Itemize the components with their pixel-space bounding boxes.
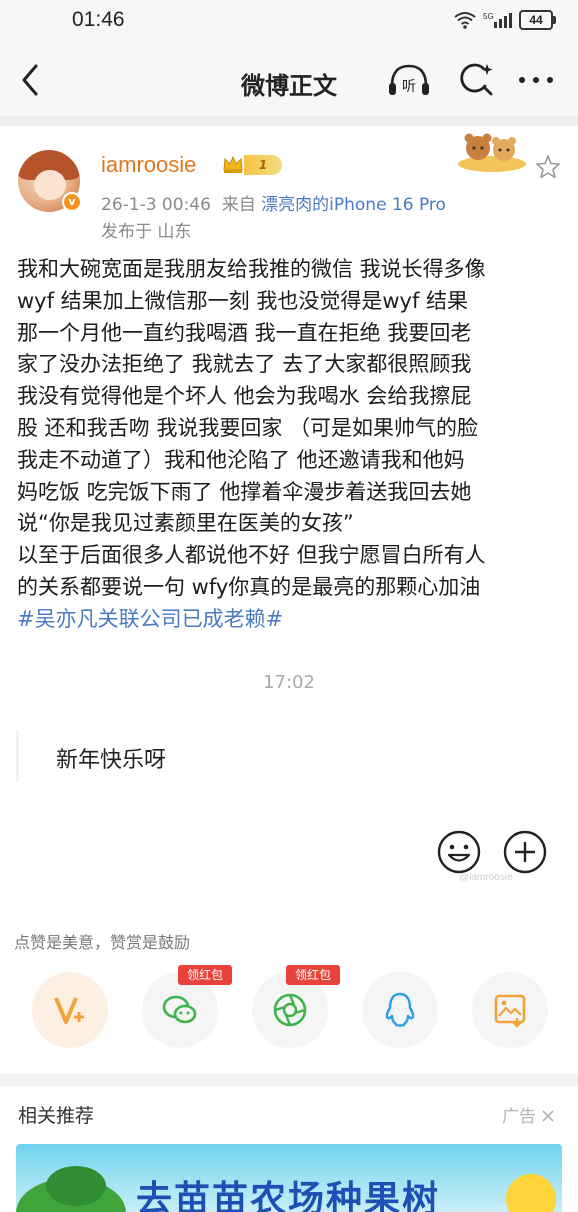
post-location: 发布于 山东 (101, 222, 192, 242)
post-source-link[interactable]: 漂亮肉的iPhone 16 Pro (261, 195, 446, 215)
divider (0, 116, 578, 126)
related-title: 相关推荐 (18, 1105, 95, 1127)
body-line: 以至于后面很多人都说他不好 但我宁愿冒白所有人 (17, 543, 486, 568)
comment-quote-bar (16, 731, 19, 781)
reward-button[interactable] (32, 972, 108, 1048)
body-line: 我没有觉得他是个坏人 他会为我喝水 会给我擦屁 (17, 384, 472, 409)
crown-icon (222, 154, 244, 174)
status-icons: 5G 44 (453, 10, 556, 30)
network-label: 5G (483, 12, 494, 21)
listen-icon[interactable]: 听 (386, 60, 432, 100)
section-divider (0, 1074, 578, 1086)
status-time: 01:46 (72, 8, 125, 31)
battery-level: 44 (519, 10, 553, 30)
search-icon[interactable] (456, 60, 496, 100)
status-bar: 01:46 5G 44 (0, 0, 578, 44)
ad-label: 广告 (502, 1107, 536, 1127)
comment-text[interactable]: 新年快乐呀 (56, 742, 166, 774)
close-icon (542, 1110, 555, 1122)
save-image-button[interactable] (472, 972, 548, 1048)
wechat-icon (162, 995, 197, 1024)
verified-icon: v (62, 192, 82, 212)
post-meta: 26-1-3 00:46 来自 漂亮肉的iPhone 16 Pro (101, 190, 446, 215)
body-line: 股 还和我舌吻 我说我要回家 （可是如果帅气的脸 (17, 415, 479, 440)
more-icon[interactable] (514, 66, 558, 94)
ad-banner-text: 去苗苗农场种果树 (136, 1179, 441, 1212)
ad-banner[interactable]: 去苗苗农场种果树 (16, 1144, 562, 1212)
from-label: 来自 (221, 195, 256, 215)
listen-label: 听 (402, 79, 416, 95)
username[interactable]: iamroosie (101, 152, 196, 178)
reward-icon (54, 997, 84, 1024)
add-icon[interactable] (503, 830, 547, 874)
qq-icon (385, 992, 415, 1027)
moments-icon (273, 993, 307, 1027)
body-line: 我走不动道了）我和他沦陷了 他还邀请我和他妈 (17, 447, 465, 472)
vip-level-badge[interactable]: 1 (244, 155, 282, 175)
body-line: 说“你是我见过素颜里在医美的女孩” (17, 511, 354, 536)
emoji-icon[interactable] (437, 830, 481, 874)
share-row: 领红包 领红包 (0, 965, 578, 1052)
red-packet-tag: 领红包 (178, 965, 232, 985)
body-line: 家了没办法拒绝了 我就去了 去了大家都很照顾我 (17, 352, 472, 377)
watermark: @iamroosie (459, 872, 513, 883)
share-qq-button[interactable] (362, 972, 438, 1048)
bear-decoration-icon (454, 126, 530, 174)
body-line: 那一个月他一直约我喝酒 我一直在拒绝 我要回老 (17, 320, 472, 345)
body-line: 妈吃饭 吃完饭下雨了 他撑着伞漫步着送我回去她 (17, 479, 472, 504)
favorite-star-icon[interactable] (535, 154, 561, 180)
wifi-icon (453, 11, 477, 29)
nav-bar: 微博正文 听 (0, 44, 578, 116)
save-image-icon (494, 994, 526, 1028)
body-line: 我和大碗宽面是我朋友给我推的微信 我说长得多像 (17, 257, 486, 281)
post-date: 26-1-3 00:46 (101, 195, 211, 215)
tip-text: 点赞是美意，赞赏是鼓励 (14, 933, 191, 952)
post-body: 我和大碗宽面是我朋友给我推的微信 我说长得多像 wyf 结果加上微信那一刻 我也… (17, 254, 565, 636)
battery-icon: 44 (519, 10, 556, 30)
body-line: wyf 结果加上微信那一刻 我也没觉得是wyf 结果 (17, 288, 469, 313)
body-line: 的关系都要说一句 wfy你真的是最亮的那颗心加油 (17, 574, 481, 599)
red-packet-tag: 领红包 (286, 965, 340, 985)
hashtag-link[interactable]: #吴亦凡关联公司已成老赖# (17, 607, 283, 631)
ad-close-button[interactable]: 广告 (502, 1102, 555, 1127)
post-time: 17:02 (263, 672, 315, 693)
signal-icon: 5G (483, 11, 513, 29)
